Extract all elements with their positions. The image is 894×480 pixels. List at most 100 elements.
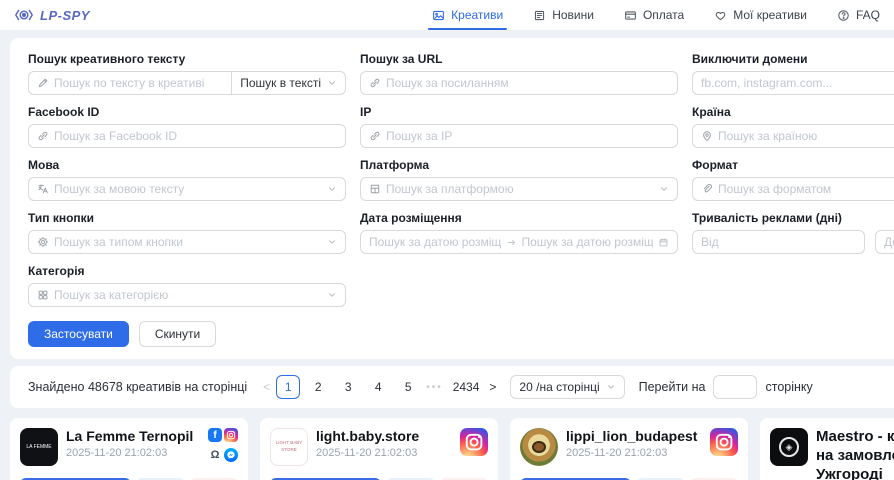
facebook-id-input[interactable] — [54, 129, 337, 143]
filter-exclude-domains: Виключити домени — [692, 52, 894, 95]
page-numbers: 12345 — [276, 375, 420, 399]
nav-item-4[interactable]: FAQ — [837, 0, 880, 30]
button-type-input[interactable] — [54, 235, 322, 249]
facebook-icon: f — [208, 428, 222, 442]
prev-page-button[interactable]: < — [263, 380, 270, 394]
format-select[interactable] — [692, 177, 894, 201]
nav-item-2[interactable]: Оплата — [624, 0, 684, 30]
filter-creative-text: Пошук креативного тексту Пошук в тексті — [28, 52, 346, 95]
page-2-button[interactable]: 2 — [306, 375, 330, 399]
page-4-button[interactable]: 4 — [366, 375, 390, 399]
platform-badges — [710, 428, 738, 466]
filter-ip: IP — [360, 105, 678, 148]
translate-icon — [37, 183, 49, 195]
avatar — [520, 428, 558, 466]
date-range-picker[interactable] — [360, 230, 678, 254]
field-label: Виключити домени — [692, 52, 894, 66]
field-label: Тривалість реклами (дні) — [692, 211, 894, 225]
pin-icon — [701, 130, 713, 142]
page-3-button[interactable]: 3 — [336, 375, 360, 399]
last-page-button[interactable]: 2434 — [449, 375, 484, 399]
instagram-icon — [460, 428, 488, 456]
gear-icon — [37, 236, 49, 248]
card-icon — [624, 9, 637, 22]
pagination-bar: Знайдено 48678 креативів на сторінці < 1… — [10, 366, 894, 408]
creative-text-input[interactable] — [54, 76, 223, 90]
nav-label: Мої креативи — [733, 8, 807, 22]
heart-icon — [714, 9, 727, 22]
filter-placement-date: Дата розміщення — [360, 211, 678, 254]
link-icon — [369, 130, 381, 142]
nav-item-3[interactable]: Мої креативи — [714, 0, 807, 30]
duration-to-input[interactable] — [884, 235, 894, 249]
language-select[interactable] — [28, 177, 346, 201]
news-icon — [533, 9, 546, 22]
paperclip-icon — [701, 183, 713, 195]
field-label: Мова — [28, 158, 346, 172]
date-to-input[interactable] — [522, 235, 654, 249]
creative-card-3: ◈Maestro - кухні, меблі на замовлення в … — [760, 418, 894, 480]
card-date: 2025-11-20 21:02:03 — [66, 447, 200, 459]
top-header: LP-SPY Креативи Новини Оплата Мої креативи F… — [0, 0, 894, 30]
link-icon — [37, 130, 49, 142]
nav-label: Новини — [552, 8, 594, 22]
avatar: LIGHT BABY STORE — [270, 428, 308, 466]
app-logo[interactable]: LP-SPY — [14, 8, 90, 23]
field-label: Категорія — [28, 264, 346, 278]
creative-card-0: LA FEMMELa Femme Ternopil2025-11-20 21:0… — [10, 418, 248, 480]
card-title: lippi_lion_budapest — [566, 428, 702, 444]
creative-card-1: LIGHT BABY STORE light.baby.store 2025-11-… — [260, 418, 498, 480]
country-input[interactable] — [718, 129, 894, 143]
messenger-icon — [224, 448, 238, 462]
url-input[interactable] — [386, 76, 669, 90]
page-1-button[interactable]: 1 — [276, 375, 300, 399]
field-label: Країна — [692, 105, 894, 119]
ip-input[interactable] — [386, 129, 669, 143]
date-from-input[interactable] — [369, 235, 501, 249]
chevron-down-icon — [606, 382, 616, 392]
language-input[interactable] — [54, 182, 322, 196]
creatives-grid: LA FEMMELa Femme Ternopil2025-11-20 21:0… — [10, 418, 894, 480]
apply-button[interactable]: Застосувати — [28, 321, 129, 347]
ellipsis-pages[interactable]: ••• — [426, 382, 443, 393]
card-date: 2025-11-20 21:02:03 — [316, 447, 452, 459]
reset-button[interactable]: Скинути — [139, 321, 216, 347]
chevron-down-icon — [659, 184, 669, 194]
field-label: Платформа — [360, 158, 678, 172]
filter-duration: Тривалість реклами (дні) — [692, 211, 894, 254]
format-input[interactable] — [718, 182, 894, 196]
nav-label: Оплата — [643, 8, 684, 22]
platform-input[interactable] — [386, 182, 654, 196]
eye-logo-icon — [14, 8, 34, 22]
main-nav: Креативи Новини Оплата Мої креативи FAQ — [432, 0, 880, 30]
card-title: Maestro - кухні, меблі на замовлення в У… — [816, 428, 894, 480]
card-date: 2025-11-20 21:02:03 — [566, 447, 702, 459]
creative-text-mode-select[interactable]: Пошук в тексті — [232, 71, 346, 95]
category-select[interactable] — [28, 283, 346, 307]
page-size-select[interactable]: 20 /на сторінці — [510, 375, 624, 399]
filter-url: Пошук за URL — [360, 52, 678, 95]
window-icon — [369, 183, 381, 195]
category-input[interactable] — [54, 288, 322, 302]
filter-facebook-id: Facebook ID — [28, 105, 346, 148]
goto-page-input[interactable] — [713, 375, 757, 399]
filters-panel: Пошук креативного тексту Пошук в тексті … — [10, 38, 894, 359]
filter-button-type: Тип кнопки — [28, 211, 346, 254]
platform-select[interactable] — [360, 177, 678, 201]
field-label: Пошук за URL — [360, 52, 678, 66]
field-label: Дата розміщення — [360, 211, 678, 225]
button-type-select[interactable] — [28, 230, 346, 254]
arrow-right-icon — [506, 237, 517, 248]
goto-label: Перейти на — [639, 380, 706, 394]
filter-platform: Платформа — [360, 158, 678, 201]
page-5-button[interactable]: 5 — [396, 375, 420, 399]
filter-category: Категорія — [28, 264, 346, 307]
exclude-domains-input[interactable] — [701, 76, 894, 90]
card-title: light.baby.store — [316, 428, 452, 444]
field-label: IP — [360, 105, 678, 119]
duration-from-input[interactable] — [701, 235, 856, 249]
calendar-icon — [658, 237, 669, 248]
nav-item-0[interactable]: Креативи — [432, 0, 503, 30]
next-page-button[interactable]: > — [489, 380, 496, 394]
nav-item-1[interactable]: Новини — [533, 0, 594, 30]
